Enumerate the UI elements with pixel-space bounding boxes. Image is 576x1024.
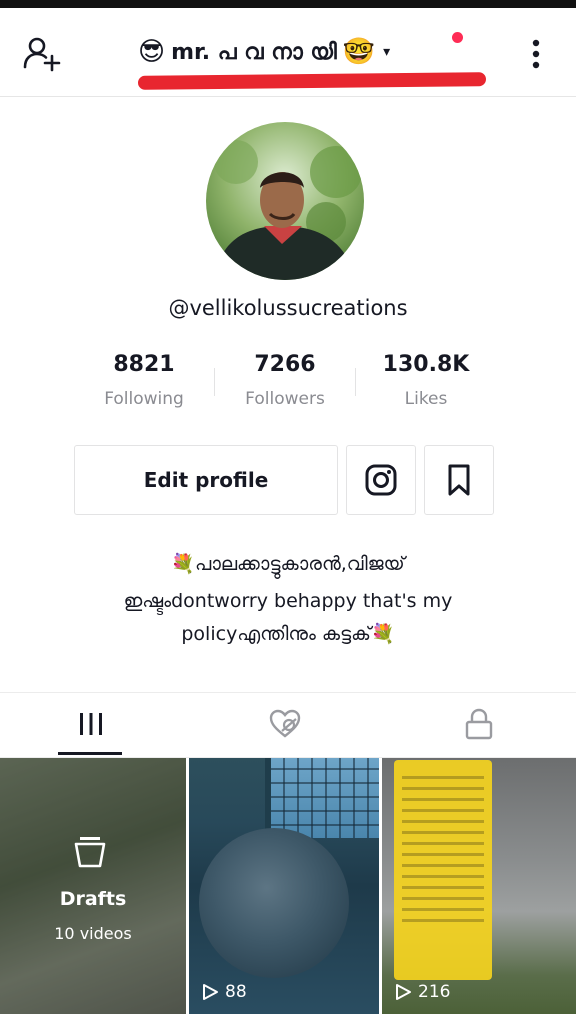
profile-tabs bbox=[0, 692, 576, 758]
drafts-tile[interactable]: Drafts 10 videos bbox=[0, 758, 186, 1014]
account-switcher[interactable]: 😎 mr. പ വ നാ യി 🤓 ▾ bbox=[138, 32, 390, 72]
window-background bbox=[265, 758, 379, 838]
username: @vellikolussucreations bbox=[168, 296, 408, 320]
bio-line: ഇഷ്ടംdontworry behappy that's my bbox=[123, 590, 453, 612]
instagram-button[interactable] bbox=[346, 445, 416, 515]
account-title: mr. പ വ നാ യി bbox=[171, 39, 337, 65]
view-count: 216 bbox=[394, 982, 450, 1002]
tab-videos[interactable] bbox=[74, 707, 108, 741]
annotation-underline bbox=[137, 72, 487, 90]
bookmark-icon bbox=[448, 464, 470, 496]
liked-hidden-icon bbox=[269, 709, 301, 738]
sunglasses-emoji-icon: 😎 bbox=[138, 37, 166, 67]
tab-private[interactable] bbox=[462, 707, 496, 741]
edit-profile-button[interactable]: Edit profile bbox=[74, 445, 338, 515]
chevron-down-icon: ▾ bbox=[383, 44, 391, 60]
active-tab-indicator bbox=[58, 752, 122, 755]
following-label: Following bbox=[104, 389, 184, 409]
text-overlay-lines bbox=[402, 768, 484, 930]
add-user-button[interactable] bbox=[22, 34, 62, 74]
view-count: 88 bbox=[201, 982, 247, 1002]
stat-following[interactable]: 8821 Following bbox=[74, 352, 214, 409]
play-icon bbox=[396, 984, 411, 1000]
bio-line: 💐പാലക്കാട്ടുകാരൻ,വിജയ് bbox=[171, 553, 405, 575]
play-icon bbox=[203, 984, 218, 1000]
video-tile[interactable]: 88 bbox=[189, 758, 379, 1014]
profile-header: 😎 mr. പ വ നാ യി 🤓 ▾ bbox=[0, 8, 576, 97]
video-tile[interactable]: 216 bbox=[382, 758, 576, 1014]
video-thumbnail-subject bbox=[199, 828, 349, 978]
more-vertical-icon bbox=[532, 39, 540, 69]
grid-icon bbox=[80, 713, 102, 735]
drafts-overlay bbox=[0, 758, 186, 1014]
avatar-photo bbox=[206, 122, 364, 280]
stat-followers[interactable]: 7266 Followers bbox=[215, 352, 355, 409]
drafts-icon bbox=[74, 837, 106, 868]
drafts-count: 10 videos bbox=[54, 924, 132, 943]
lock-icon bbox=[465, 708, 493, 740]
bio-line: policyഎന്തിനും കട്ടക്💐 bbox=[181, 623, 395, 645]
likes-count: 130.8K bbox=[382, 352, 470, 377]
likes-label: Likes bbox=[404, 389, 448, 409]
view-count-value: 216 bbox=[418, 982, 451, 1002]
stat-likes[interactable]: 130.8K Likes bbox=[356, 352, 496, 409]
view-count-value: 88 bbox=[225, 982, 247, 1002]
tab-liked[interactable] bbox=[268, 707, 302, 741]
following-count: 8821 bbox=[113, 352, 175, 377]
avatar[interactable] bbox=[206, 122, 364, 280]
favorites-button[interactable] bbox=[424, 445, 494, 515]
status-bar bbox=[0, 0, 576, 8]
nerd-emoji-icon: 🤓 bbox=[342, 37, 376, 67]
more-options-button[interactable] bbox=[524, 36, 548, 72]
drafts-title: Drafts bbox=[59, 888, 127, 910]
instagram-icon bbox=[365, 464, 397, 496]
add-user-icon bbox=[23, 37, 61, 72]
followers-label: Followers bbox=[245, 389, 325, 409]
notification-dot bbox=[452, 32, 463, 43]
followers-count: 7266 bbox=[254, 352, 316, 377]
bottom-edge bbox=[0, 1014, 576, 1024]
